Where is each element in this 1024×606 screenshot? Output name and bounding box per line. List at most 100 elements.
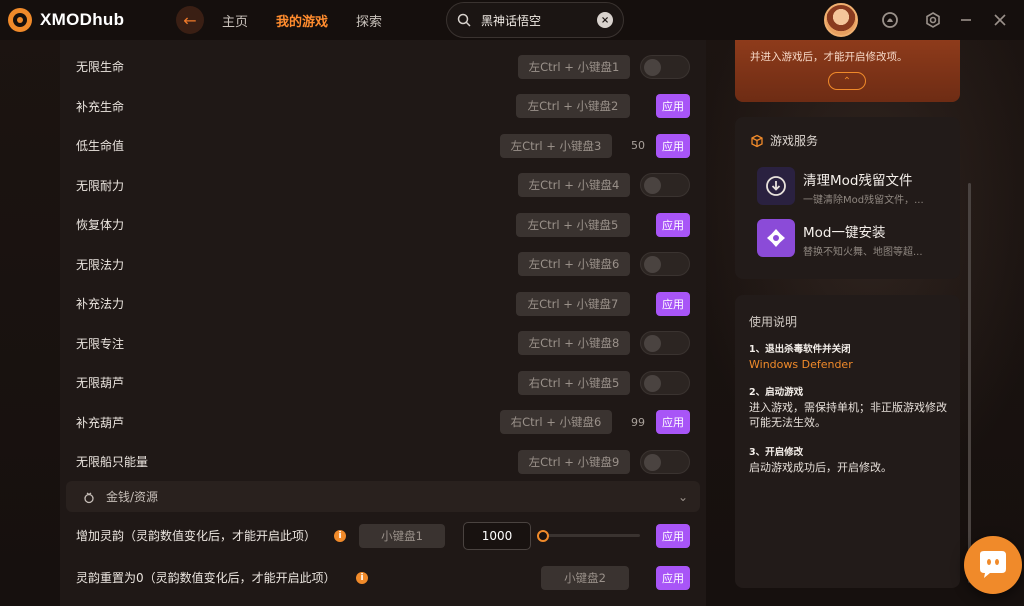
- row-label: 灵韵重置为0（灵韵数值变化后，才能开启此项）: [76, 571, 336, 585]
- amount-slider-track[interactable]: [540, 534, 640, 537]
- step-heading: 2、启动游戏: [749, 387, 804, 398]
- cheat-row: 低生命值 左Ctrl + 小键盘3 50 应用: [60, 126, 706, 165]
- chat-bubble-icon: [980, 551, 1006, 578]
- toggle-switch[interactable]: [640, 331, 690, 355]
- close-icon[interactable]: [991, 11, 1009, 29]
- guide-step-2: 2、启动游戏 进入游戏，需保持单机；非正版游戏修改可能无法生效。: [749, 385, 949, 430]
- row-label: 无限法力: [76, 257, 125, 272]
- row-label: 低生命值: [76, 139, 125, 153]
- clear-search-icon[interactable]: ×: [597, 12, 614, 28]
- apply-button[interactable]: 应用: [656, 410, 690, 434]
- row-label: 补充生命: [76, 99, 125, 114]
- collapse-button[interactable]: ⌃: [828, 72, 866, 90]
- windows-defender-link[interactable]: Windows Defender: [749, 358, 853, 371]
- cheat-panel: 无限生命 左Ctrl + 小键盘1 补充生命 左Ctrl + 小键盘2 应用 低生命值 左C…: [60, 40, 706, 606]
- cheat-row: 无限生命 左Ctrl + 小键盘1: [60, 47, 706, 86]
- service-name: 清理Mod残留文件: [803, 173, 913, 189]
- support-chat-button[interactable]: [964, 536, 1022, 594]
- value-text: 99: [631, 415, 645, 429]
- minimize-icon[interactable]: [957, 11, 975, 29]
- row-label: 补充法力: [76, 297, 125, 311]
- notification-icon[interactable]: [881, 11, 899, 29]
- hotkey-badge[interactable]: 右Ctrl + 小键盘6: [500, 410, 612, 434]
- hotkey-badge[interactable]: 左Ctrl + 小键盘2: [516, 94, 630, 118]
- settings-icon[interactable]: [924, 11, 942, 29]
- cheat-row: 补充葫芦 右Ctrl + 小键盘6 99 应用: [60, 403, 706, 442]
- hotkey-badge[interactable]: 左Ctrl + 小键盘6: [518, 252, 630, 276]
- nav-my-games[interactable]: 我的游戏: [276, 11, 328, 30]
- apply-button[interactable]: 应用: [656, 523, 690, 548]
- game-services-card: 游戏服务 清理Mod残留文件 一键清除Mod残留文件，... Mod一键安装 替…: [735, 117, 960, 279]
- step-body: 进入游戏，需保持单机；非正版游戏修改可能无法生效。: [749, 401, 947, 429]
- logo[interactable]: XMODhub: [8, 8, 168, 32]
- hotkey-badge[interactable]: 左Ctrl + 小键盘3: [500, 133, 612, 158]
- search-box[interactable]: 黑神话悟空 ×: [446, 2, 625, 38]
- guide-title: 使用说明: [749, 315, 798, 329]
- amount-slider-thumb[interactable]: [537, 529, 549, 542]
- apply-button[interactable]: 应用: [656, 291, 690, 316]
- section-money-resources[interactable]: 金钱/资源 ⌄: [66, 481, 700, 512]
- money-row: 增加灵韵（灵韵数值变化后，才能开启此项） i 小键盘1 1000 应用: [60, 516, 706, 555]
- search-input[interactable]: 黑神话悟空: [481, 12, 597, 29]
- notice-text: 并进入游戏后，才能开启修改项。: [750, 51, 908, 63]
- row-label: 无限船只能量: [76, 455, 149, 469]
- brand-name: XMODhub: [40, 10, 125, 29]
- chevron-up-icon: ⌃: [842, 75, 852, 87]
- hotkey-badge[interactable]: 左Ctrl + 小键盘4: [518, 173, 630, 197]
- chevron-down-icon[interactable]: ⌄: [678, 490, 688, 504]
- download-icon: [757, 167, 795, 205]
- money-row: 灵韵重置为0（灵韵数值变化后，才能开启此项） i 小键盘2 应用: [60, 558, 706, 597]
- row-label: 无限葫芦: [76, 376, 125, 390]
- service-clean-mod[interactable]: 清理Mod残留文件 一键清除Mod残留文件，...: [757, 167, 957, 207]
- apply-button[interactable]: 应用: [656, 212, 690, 237]
- card-title: 游戏服务: [770, 134, 819, 148]
- cheat-row: 无限专注 左Ctrl + 小键盘8: [60, 324, 706, 363]
- hotkey-badge[interactable]: 左Ctrl + 小键盘7: [516, 291, 630, 316]
- top-bar: XMODhub ← 主页 我的游戏 探索 黑神话悟空 ×: [0, 0, 1024, 40]
- logo-icon: [8, 8, 32, 32]
- search-icon: [457, 13, 471, 27]
- toggle-switch[interactable]: [640, 252, 690, 276]
- back-button[interactable]: ←: [176, 6, 204, 34]
- step-heading: 1、退出杀毒软件并关闭: [749, 344, 851, 355]
- toggle-switch[interactable]: [640, 370, 690, 395]
- guide-step-3: 3、开启修改 启动游戏成功后，开启修改。: [749, 445, 949, 475]
- cheat-row: 无限船只能量 左Ctrl + 小键盘9: [60, 442, 706, 481]
- info-icon[interactable]: i: [356, 571, 368, 584]
- hotkey-badge[interactable]: 右Ctrl + 小键盘5: [518, 370, 630, 395]
- hotkey-badge[interactable]: 左Ctrl + 小键盘8: [518, 331, 630, 355]
- hotkey-badge[interactable]: 左Ctrl + 小键盘1: [518, 54, 630, 79]
- service-mod-install[interactable]: Mod一键安装 替换不知火舞、地图等超...: [757, 219, 957, 259]
- step-body: 启动游戏成功后，开启修改。: [749, 461, 892, 474]
- apply-button[interactable]: 应用: [656, 94, 690, 118]
- info-icon[interactable]: i: [334, 529, 346, 542]
- toggle-switch[interactable]: [640, 173, 690, 197]
- user-avatar[interactable]: [824, 3, 858, 37]
- section-title: 金钱/资源: [106, 490, 159, 504]
- box-icon: [751, 134, 763, 147]
- cheat-row: 补充生命 左Ctrl + 小键盘2 应用: [60, 87, 706, 126]
- guide-step-1: 1、退出杀毒软件并关闭 Windows Defender: [749, 342, 949, 372]
- service-desc: 一键清除Mod残留文件，...: [803, 195, 924, 206]
- hotkey-badge[interactable]: 小键盘2: [541, 565, 629, 590]
- row-label: 补充葫芦: [76, 415, 125, 430]
- step-heading: 3、开启修改: [749, 447, 804, 458]
- row-label: 无限专注: [76, 336, 125, 351]
- hotkey-badge[interactable]: 小键盘1: [359, 523, 445, 548]
- scrollbar[interactable]: [968, 183, 971, 583]
- hotkey-badge[interactable]: 左Ctrl + 小键盘5: [516, 212, 630, 237]
- apply-button[interactable]: 应用: [656, 565, 690, 590]
- toggle-switch[interactable]: [640, 54, 690, 79]
- hotkey-badge[interactable]: 左Ctrl + 小键盘9: [518, 449, 630, 474]
- apply-button[interactable]: 应用: [656, 133, 690, 158]
- puzzle-icon: [757, 219, 795, 257]
- amount-input[interactable]: 1000: [463, 521, 531, 550]
- nav-explore[interactable]: 探索: [356, 11, 382, 30]
- row-label: 无限生命: [76, 60, 125, 74]
- cheat-row: 恢复体力 左Ctrl + 小键盘5 应用: [60, 205, 706, 244]
- nav-home[interactable]: 主页: [222, 11, 248, 30]
- row-label: 无限耐力: [76, 178, 125, 193]
- cheat-row: 无限法力 左Ctrl + 小键盘6: [60, 245, 706, 284]
- toggle-switch[interactable]: [640, 449, 690, 474]
- cheat-row: 无限耐力 左Ctrl + 小键盘4: [60, 166, 706, 205]
